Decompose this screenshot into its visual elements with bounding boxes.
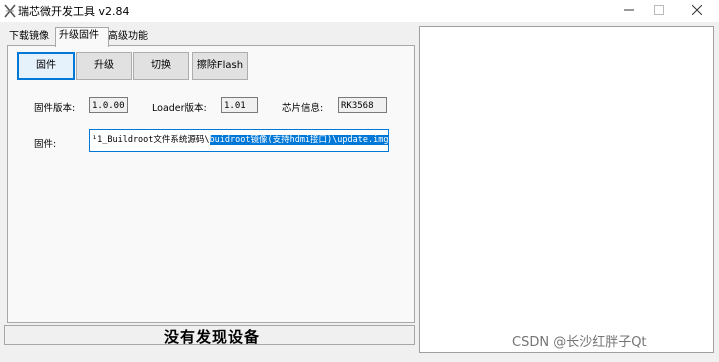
firmware-path-selection: buidroot镜像(支持hdmi接口)\update.img [209, 135, 389, 145]
erase-flash-button[interactable]: 擦除Flash [192, 52, 248, 80]
watermark: CSDN @长沙红胖子Qt [512, 335, 647, 350]
maximize-icon [654, 5, 664, 15]
chip-info-label: 芯片信息: [282, 103, 324, 114]
close-button[interactable] [682, 0, 712, 20]
firmware-version-label: 固件版本: [34, 103, 76, 114]
firmware-button[interactable]: 固件 [17, 52, 75, 80]
firmware-path-label: 固件: [34, 139, 57, 150]
upgrade-panel [7, 45, 415, 323]
upgrade-button[interactable]: 升级 [76, 52, 132, 80]
device-status-text: 没有发现设备 [163, 328, 260, 346]
loader-version-field: 1.01 [221, 97, 258, 113]
tab-upgrade-firmware[interactable]: 升级固件 [55, 27, 109, 47]
firmware-path-text: ¹1_Buildroot文件系统源码\ [92, 135, 210, 145]
firmware-version-field: 1.0.00 [89, 97, 128, 113]
tab-advanced-functions[interactable]: 高级功能 [105, 29, 151, 45]
minimize-icon [624, 9, 634, 11]
log-output-area[interactable] [419, 26, 714, 353]
app-window: 瑞芯微开发工具 v2.84 下载镜像 升级固件 高级功能 固件 升级 切换 擦除… [0, 0, 719, 362]
loader-version-label: Loader版本: [152, 103, 207, 114]
close-icon [691, 4, 703, 16]
minimize-button[interactable] [614, 0, 644, 20]
tab-download-image[interactable]: 下载镜像 [6, 29, 52, 45]
title-bar: 瑞芯微开发工具 v2.84 [0, 0, 719, 22]
app-icon [4, 3, 16, 18]
chip-info-field: RK3568 [338, 97, 387, 113]
maximize-button[interactable] [644, 0, 674, 20]
window-title: 瑞芯微开发工具 v2.84 [18, 5, 130, 18]
firmware-path-field[interactable]: ¹1_Buildroot文件系统源码\buidroot镜像(支持hdmi接口)\… [89, 129, 389, 152]
switch-button[interactable]: 切换 [133, 52, 189, 80]
